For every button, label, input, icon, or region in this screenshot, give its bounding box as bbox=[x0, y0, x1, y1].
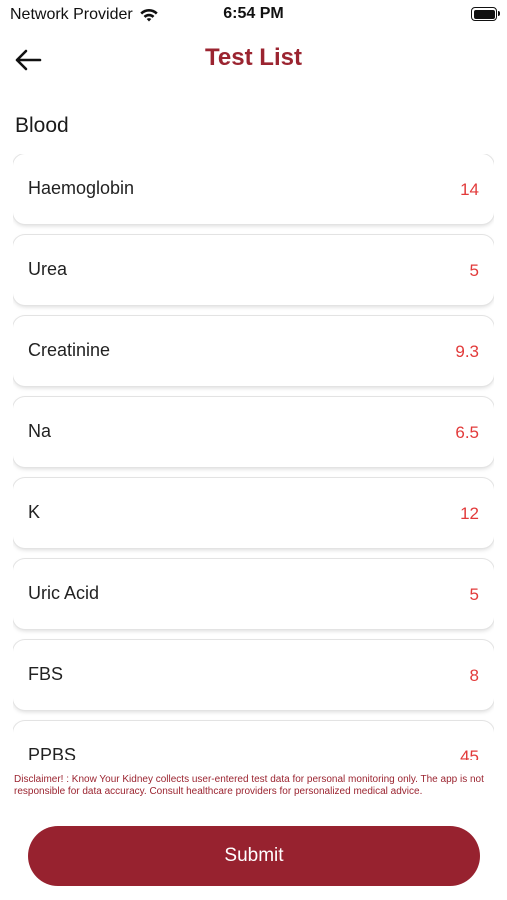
test-name: Haemoglobin bbox=[28, 178, 135, 198]
status-bar: Network Provider 6:54 PM bbox=[0, 0, 507, 30]
submit-button[interactable]: Submit bbox=[28, 826, 480, 886]
section-title: Blood bbox=[15, 114, 69, 137]
test-value: 6.5 bbox=[455, 423, 479, 442]
test-name: FBS bbox=[28, 664, 64, 684]
disclaimer-text: Disclaimer! : Know Your Kidney collects … bbox=[14, 774, 484, 797]
test-card-creatinine[interactable]: Creatinine 9.3 bbox=[13, 316, 494, 386]
page-title: Test List bbox=[205, 44, 302, 71]
test-name: Na bbox=[28, 421, 52, 441]
test-card-urea[interactable]: Urea 5 bbox=[13, 235, 494, 305]
test-name: PPBS bbox=[28, 745, 77, 760]
screen: Network Provider 6:54 PM Test List Blood… bbox=[0, 0, 507, 900]
header: Test List bbox=[0, 36, 507, 84]
test-card-k[interactable]: K 12 bbox=[13, 478, 494, 548]
test-value: 5 bbox=[469, 261, 479, 280]
status-time: 6:54 PM bbox=[223, 5, 284, 22]
test-card-na[interactable]: Na 6.5 bbox=[13, 397, 494, 467]
test-name: K bbox=[28, 502, 41, 522]
test-name: Urea bbox=[28, 259, 68, 279]
battery-full-icon bbox=[471, 7, 500, 21]
test-card-ppbs[interactable]: PPBS 45 bbox=[13, 721, 494, 760]
test-value: 12 bbox=[460, 504, 479, 523]
test-value: 5 bbox=[469, 585, 479, 604]
test-name: Creatinine bbox=[28, 340, 111, 360]
test-card-uric-acid[interactable]: Uric Acid 5 bbox=[13, 559, 494, 629]
test-value: 8 bbox=[469, 666, 479, 685]
test-card-haemoglobin[interactable]: Haemoglobin 14 bbox=[13, 154, 494, 224]
test-value: 45 bbox=[460, 747, 479, 760]
test-name: Uric Acid bbox=[28, 583, 100, 603]
test-value: 14 bbox=[460, 180, 479, 199]
test-value: 9.3 bbox=[455, 342, 479, 361]
test-list[interactable]: Haemoglobin 14 Urea 5 Creatinine 9.3 Na … bbox=[13, 154, 494, 760]
test-card-fbs[interactable]: FBS 8 bbox=[13, 640, 494, 710]
